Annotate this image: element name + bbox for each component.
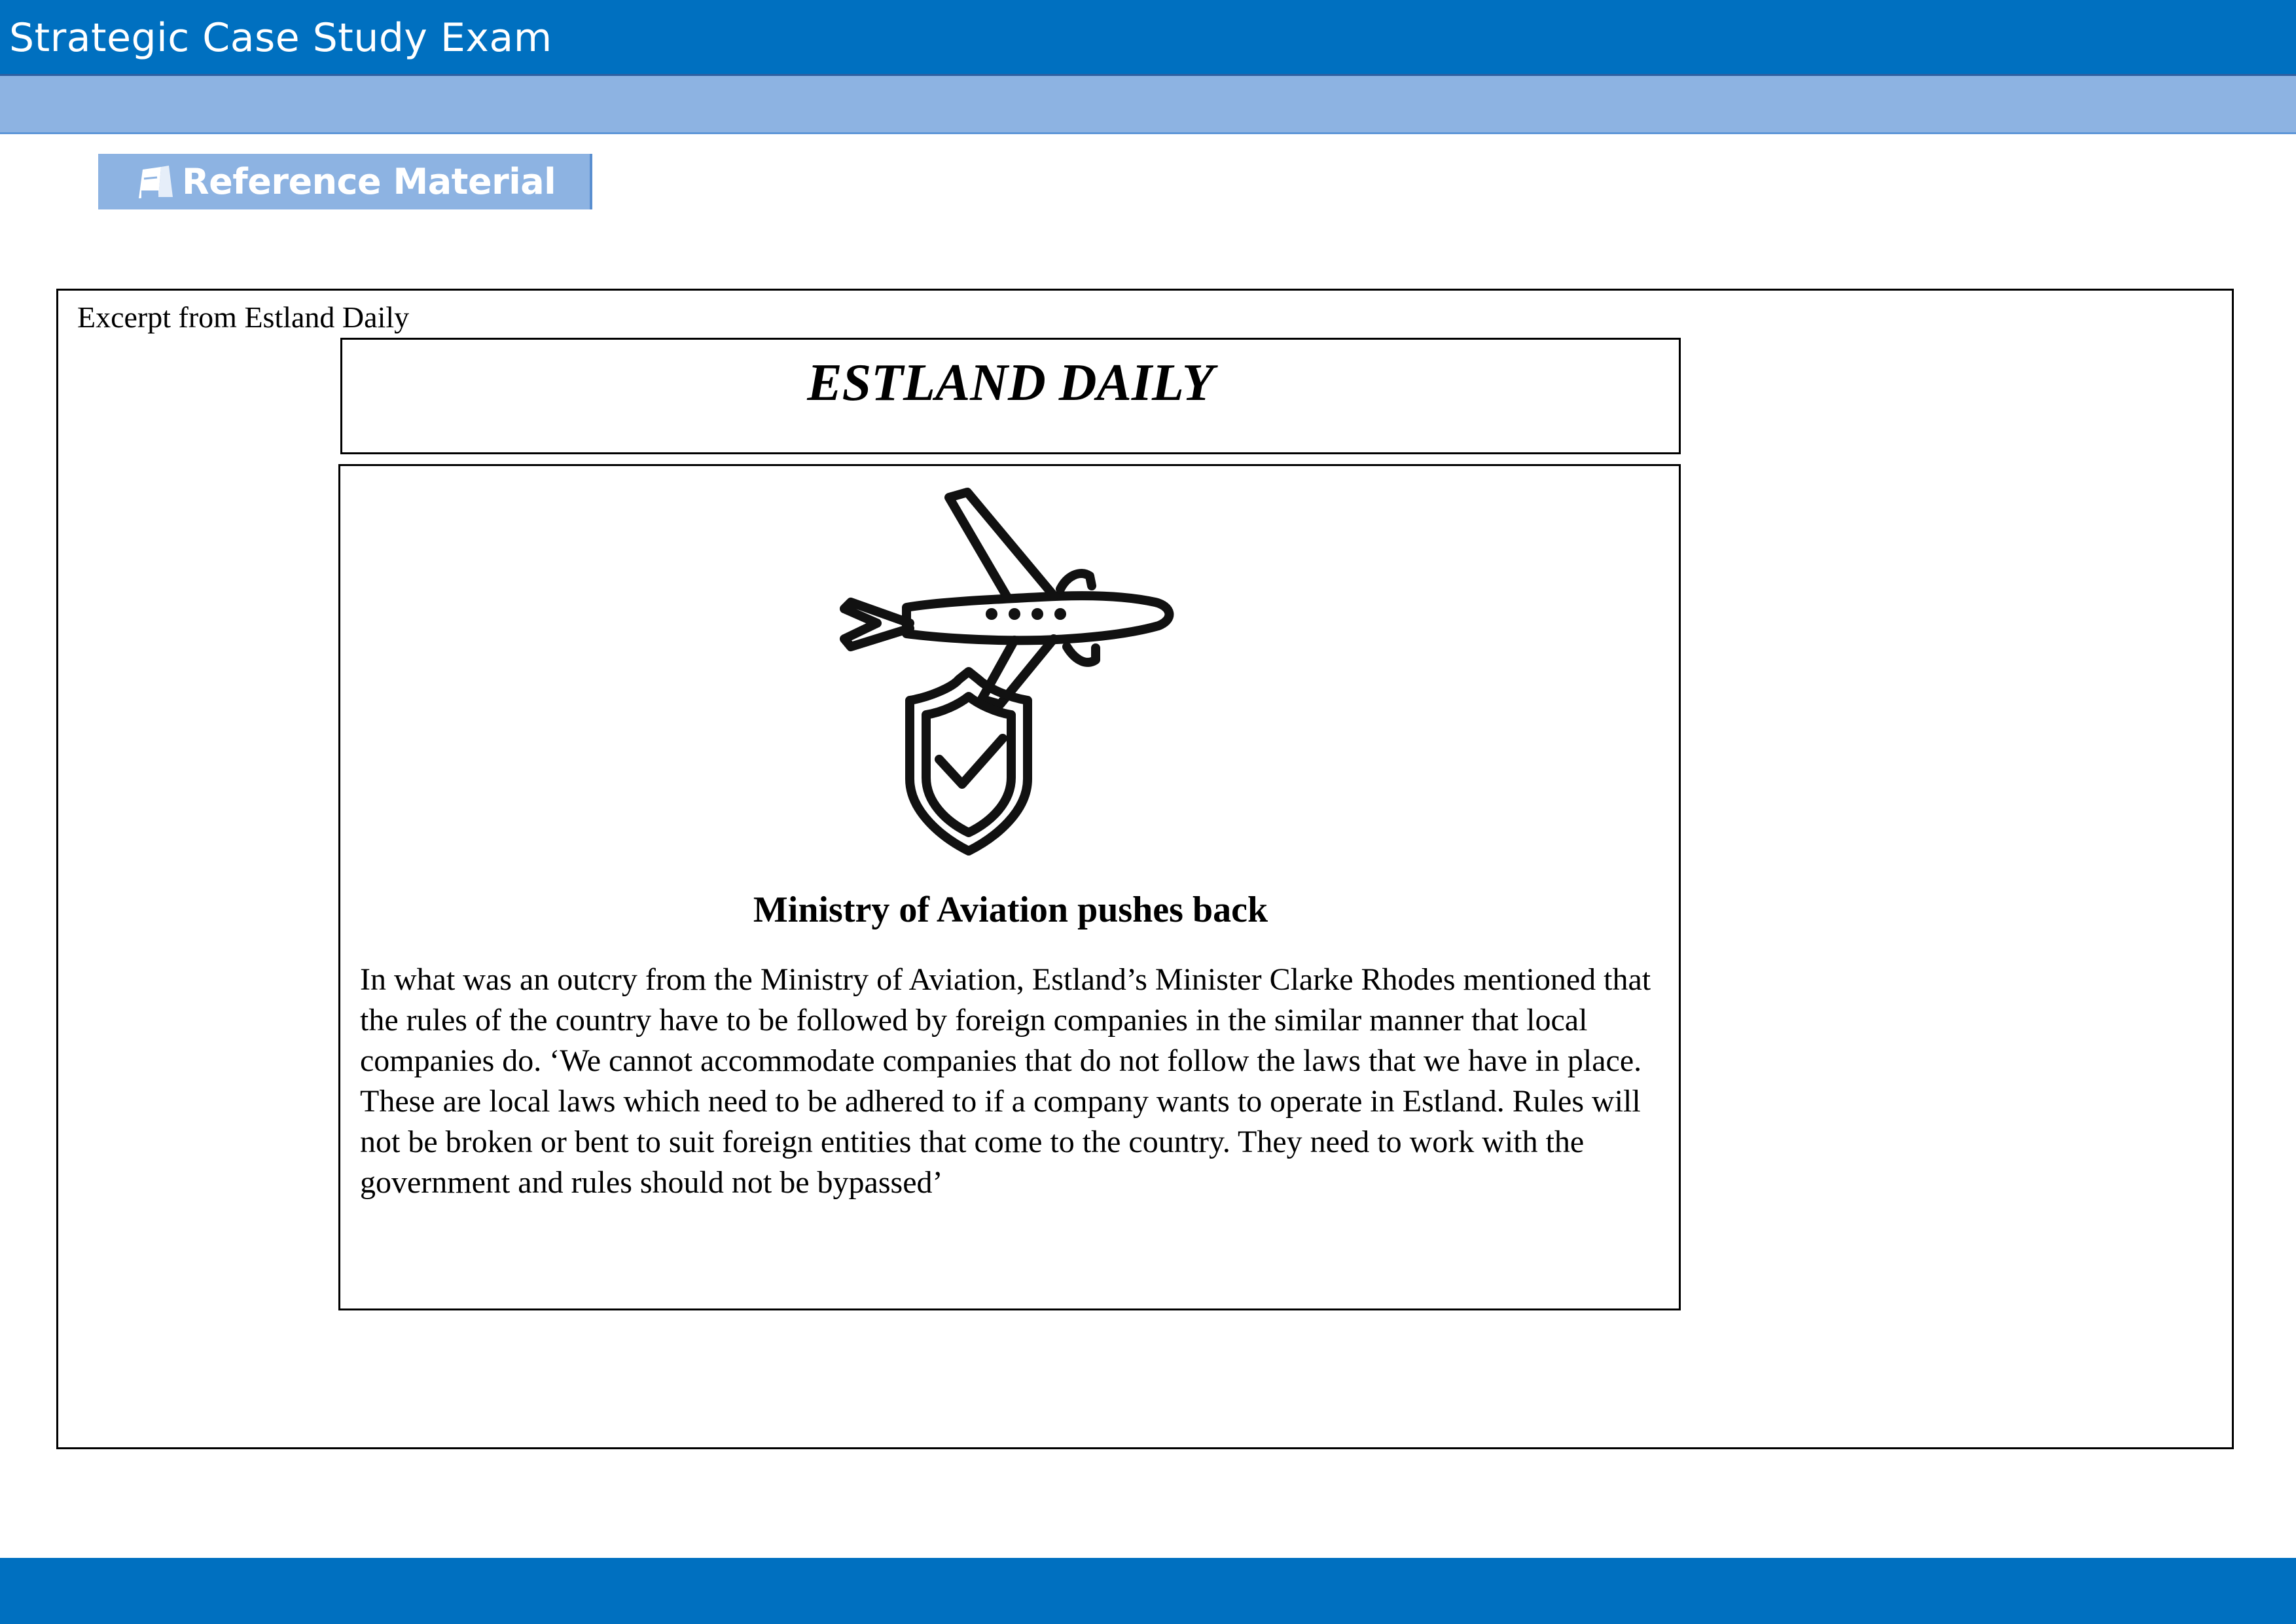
app-title: Strategic Case Study Exam bbox=[9, 15, 552, 61]
masthead-title: ESTLAND DAILY bbox=[807, 354, 1214, 412]
article-body: In what was an outcry from the Ministry … bbox=[360, 962, 1651, 1200]
article-headline: Ministry of Aviation pushes back bbox=[753, 890, 1268, 930]
reference-material-button[interactable]: Reference Material bbox=[98, 154, 592, 209]
reference-book-icon bbox=[139, 165, 173, 198]
excerpt-label: Excerpt from Estland Daily bbox=[77, 300, 410, 334]
footer-bar bbox=[0, 1558, 2296, 1624]
toolbar-strip bbox=[0, 76, 2296, 134]
newspaper-masthead: ESTLAND DAILY bbox=[340, 338, 1681, 454]
app-header: Strategic Case Study Exam bbox=[0, 0, 2296, 76]
reference-material-label: Reference Material bbox=[182, 160, 556, 202]
airplane-shield-check-icon bbox=[840, 488, 1174, 856]
